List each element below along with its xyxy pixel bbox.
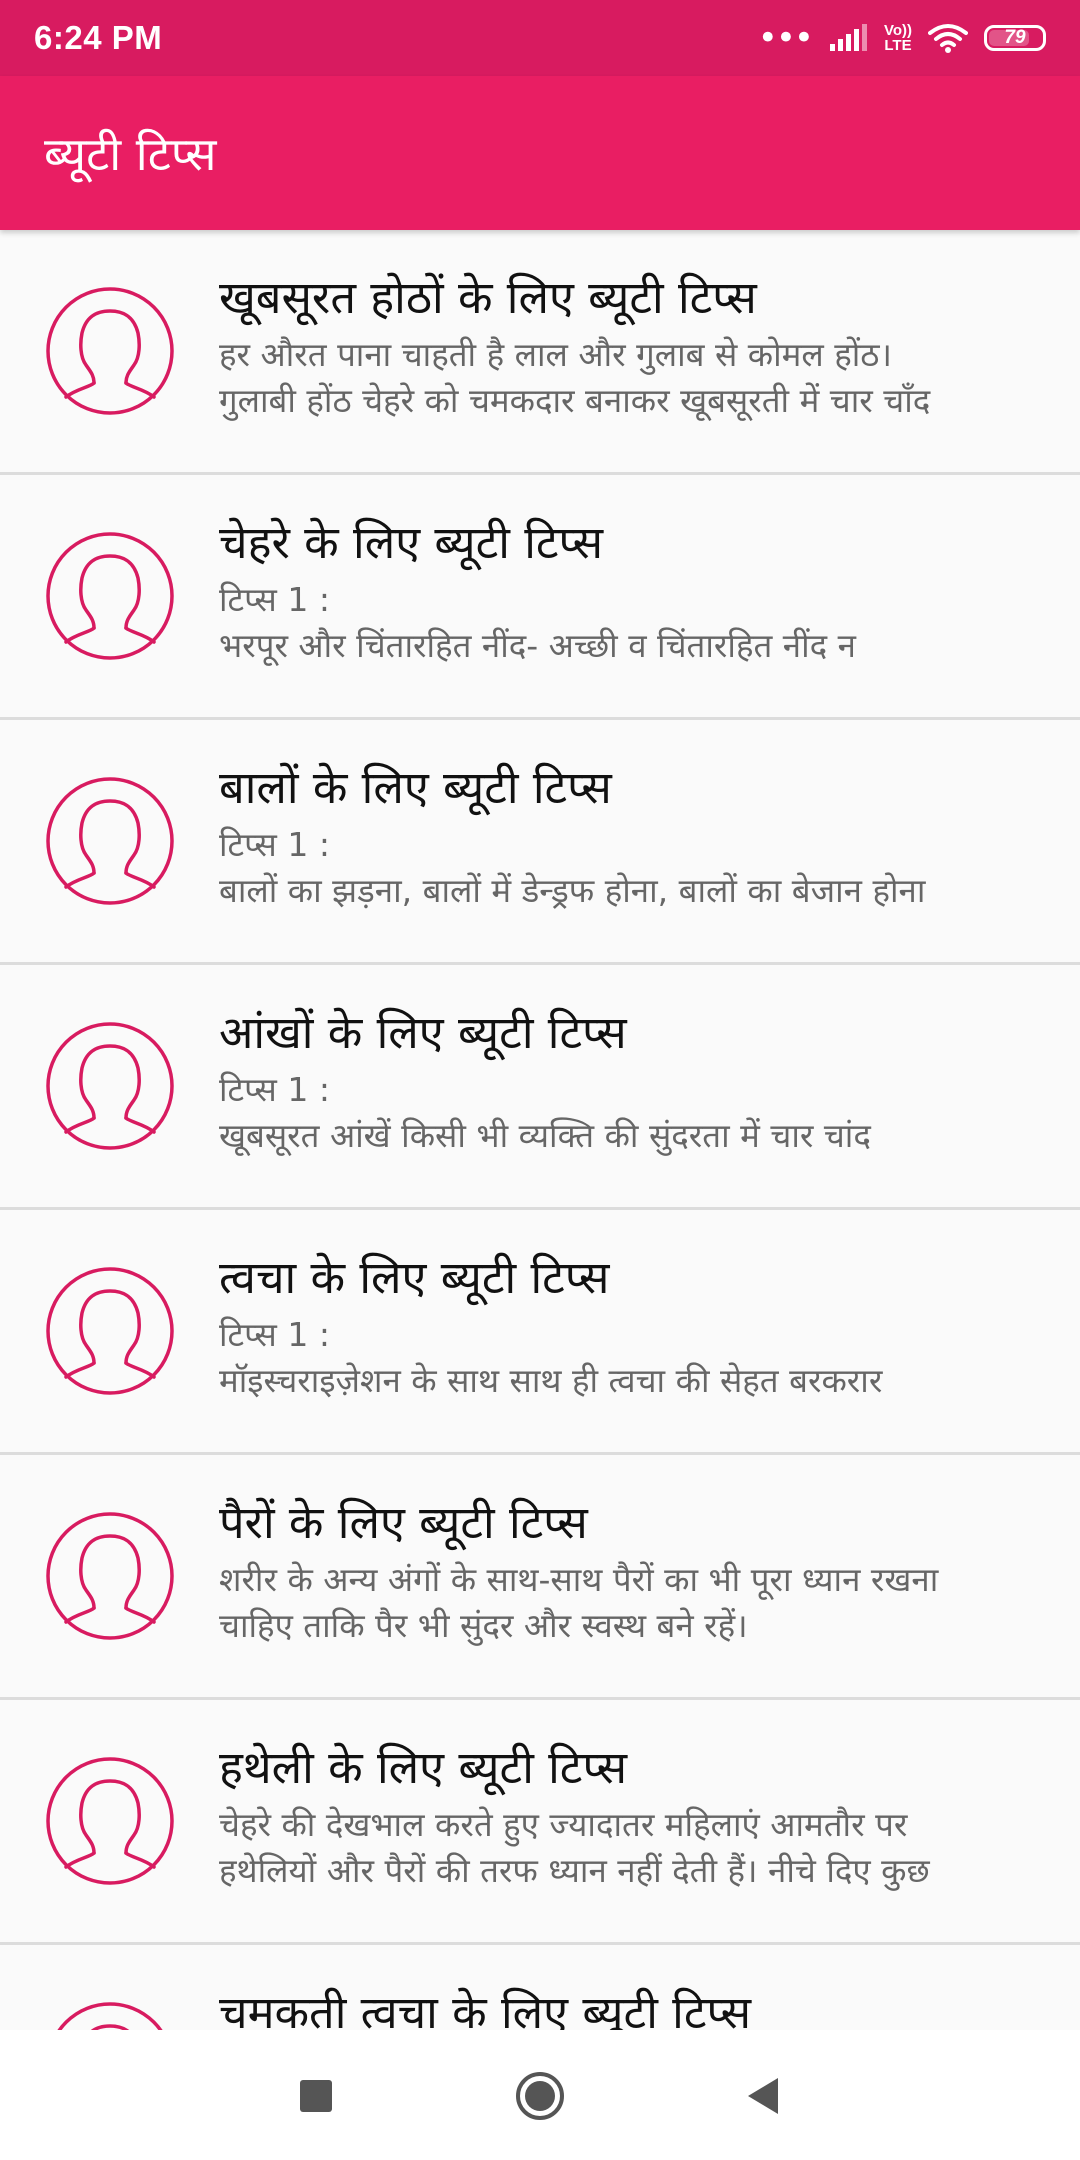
item-description: टिप्स 1 : बालों का झड़ना, बालों में डेन्… <box>219 822 1050 914</box>
item-description-line2: चाहिए ताकि पैर भी सुंदर और स्वस्थ बने रह… <box>219 1606 748 1645</box>
item-description: टिप्स 1 : भरपूर और चिंतारहित नींद- अच्छी… <box>219 577 1050 669</box>
woman-avatar-icon <box>46 1757 174 1885</box>
home-button[interactable] <box>514 2070 566 2122</box>
item-description-line2: मॉइस्चराइज़ेशन के साथ साथ ही त्वचा की से… <box>219 1361 883 1400</box>
woman-avatar-icon <box>46 287 174 415</box>
item-title: खूबसूरत होठों के लिए ब्यूटी टिप्स <box>219 271 757 324</box>
item-description: हर औरत पाना चाहती है लाल और गुलाब से कोम… <box>219 332 1050 424</box>
back-button[interactable] <box>738 2070 790 2122</box>
item-description-line1: टिप्स 1 : <box>219 825 330 864</box>
signal-icon <box>829 24 867 51</box>
item-title: हथेली के लिए ब्यूटी टिप्स <box>219 1741 628 1794</box>
app-title: ब्यूटी टिप्स <box>44 127 217 181</box>
item-description-line2: हथेलियों और पैरों की तरफ ध्यान नहीं देती… <box>219 1851 930 1890</box>
battery-icon: 79 <box>984 25 1046 51</box>
tips-list[interactable]: खूबसूरत होठों के लिए ब्यूटी टिप्स हर औरत… <box>0 230 1080 2030</box>
item-description-line1: टिप्स 1 : <box>219 580 330 619</box>
item-description: टिप्स 1 : मॉइस्चराइज़ेशन के साथ साथ ही त… <box>219 1312 1050 1404</box>
list-item[interactable]: चमकती त्वचा के लिए ब्यूटी टिप्स <box>0 1945 1080 2030</box>
item-title: बालों के लिए ब्यूटी टिप्स <box>219 761 612 814</box>
item-description: चेहरे की देखभाल करते हुए ज्यादातर महिलाए… <box>219 1802 1050 1894</box>
list-item[interactable]: चेहरे के लिए ब्यूटी टिप्स टिप्स 1 : भरपू… <box>0 475 1080 720</box>
item-title: त्वचा के लिए ब्यूटी टिप्स <box>219 1251 610 1304</box>
list-item[interactable]: खूबसूरत होठों के लिए ब्यूटी टिप्स हर औरत… <box>0 230 1080 475</box>
woman-avatar-icon <box>46 1512 174 1640</box>
item-description-line1: हर औरत पाना चाहती है लाल और गुलाब से कोम… <box>219 335 892 374</box>
woman-avatar-icon <box>46 1022 174 1150</box>
item-description: टिप्स 1 : खूबसूरत आंखें किसी भी व्यक्ति … <box>219 1067 1050 1159</box>
list-item[interactable]: त्वचा के लिए ब्यूटी टिप्स टिप्स 1 : मॉइस… <box>0 1210 1080 1455</box>
item-description-line1: टिप्स 1 : <box>219 1070 330 1109</box>
item-description-line2: भरपूर और चिंतारहित नींद- अच्छी व चिंतारह… <box>219 626 856 665</box>
item-title: चमकती त्वचा के लिए ब्यूटी टिप्स <box>219 1986 752 2030</box>
woman-avatar-icon <box>46 532 174 660</box>
item-description-line2: खूबसूरत आंखें किसी भी व्यक्ति की सुंदरता… <box>219 1116 871 1155</box>
item-description-line1: शरीर के अन्य अंगों के साथ-साथ पैरों का भ… <box>219 1560 939 1599</box>
item-description-line2: बालों का झड़ना, बालों में डेन्ड्रफ होना,… <box>219 871 926 910</box>
woman-avatar-icon <box>46 777 174 905</box>
woman-avatar-icon <box>57 2002 163 2030</box>
list-item[interactable]: हथेली के लिए ब्यूटी टिप्स चेहरे की देखभा… <box>0 1700 1080 1945</box>
woman-avatar-icon <box>46 1267 174 1395</box>
volte-top: Vo)) <box>883 22 912 39</box>
item-description-line2: गुलाबी होंठ चेहरे को चमकदार बनाकर खूबसूर… <box>219 381 931 420</box>
list-item[interactable]: बालों के लिए ब्यूटी टिप्स टिप्स 1 : बालो… <box>0 720 1080 965</box>
item-description-line1: चेहरे की देखभाल करते हुए ज्यादातर महिलाए… <box>219 1805 908 1844</box>
item-description: शरीर के अन्य अंगों के साथ-साथ पैरों का भ… <box>219 1557 1050 1649</box>
item-title: चेहरे के लिए ब्यूटी टिप्स <box>219 516 604 569</box>
volte-bottom: LTE <box>884 37 912 54</box>
volte-icon: Vo)) LTE <box>884 23 912 53</box>
item-description-line1: टिप्स 1 : <box>219 1315 330 1354</box>
app-bar: ब्यूटी टिप्स <box>0 76 1080 230</box>
battery-level: 79 <box>1004 27 1026 48</box>
recents-button[interactable] <box>290 2070 342 2122</box>
status-icons: ••• Vo)) LTE 79 <box>758 21 1046 55</box>
status-bar: 6:24 PM ••• Vo)) LTE 79 <box>0 0 1080 76</box>
item-title: पैरों के लिए ब्यूटी टिप्स <box>219 1496 588 1549</box>
list-item[interactable]: आंखों के लिए ब्यूटी टिप्स टिप्स 1 : खूबस… <box>0 965 1080 1210</box>
status-time: 6:24 PM <box>34 19 163 56</box>
item-title: आंखों के लिए ब्यूटी टिप्स <box>219 1006 627 1059</box>
wifi-icon <box>928 24 968 53</box>
navigation-bar <box>0 2030 1080 2160</box>
list-item[interactable]: पैरों के लिए ब्यूटी टिप्स शरीर के अन्य अ… <box>0 1455 1080 1700</box>
notification-dots: ••• <box>757 18 814 58</box>
